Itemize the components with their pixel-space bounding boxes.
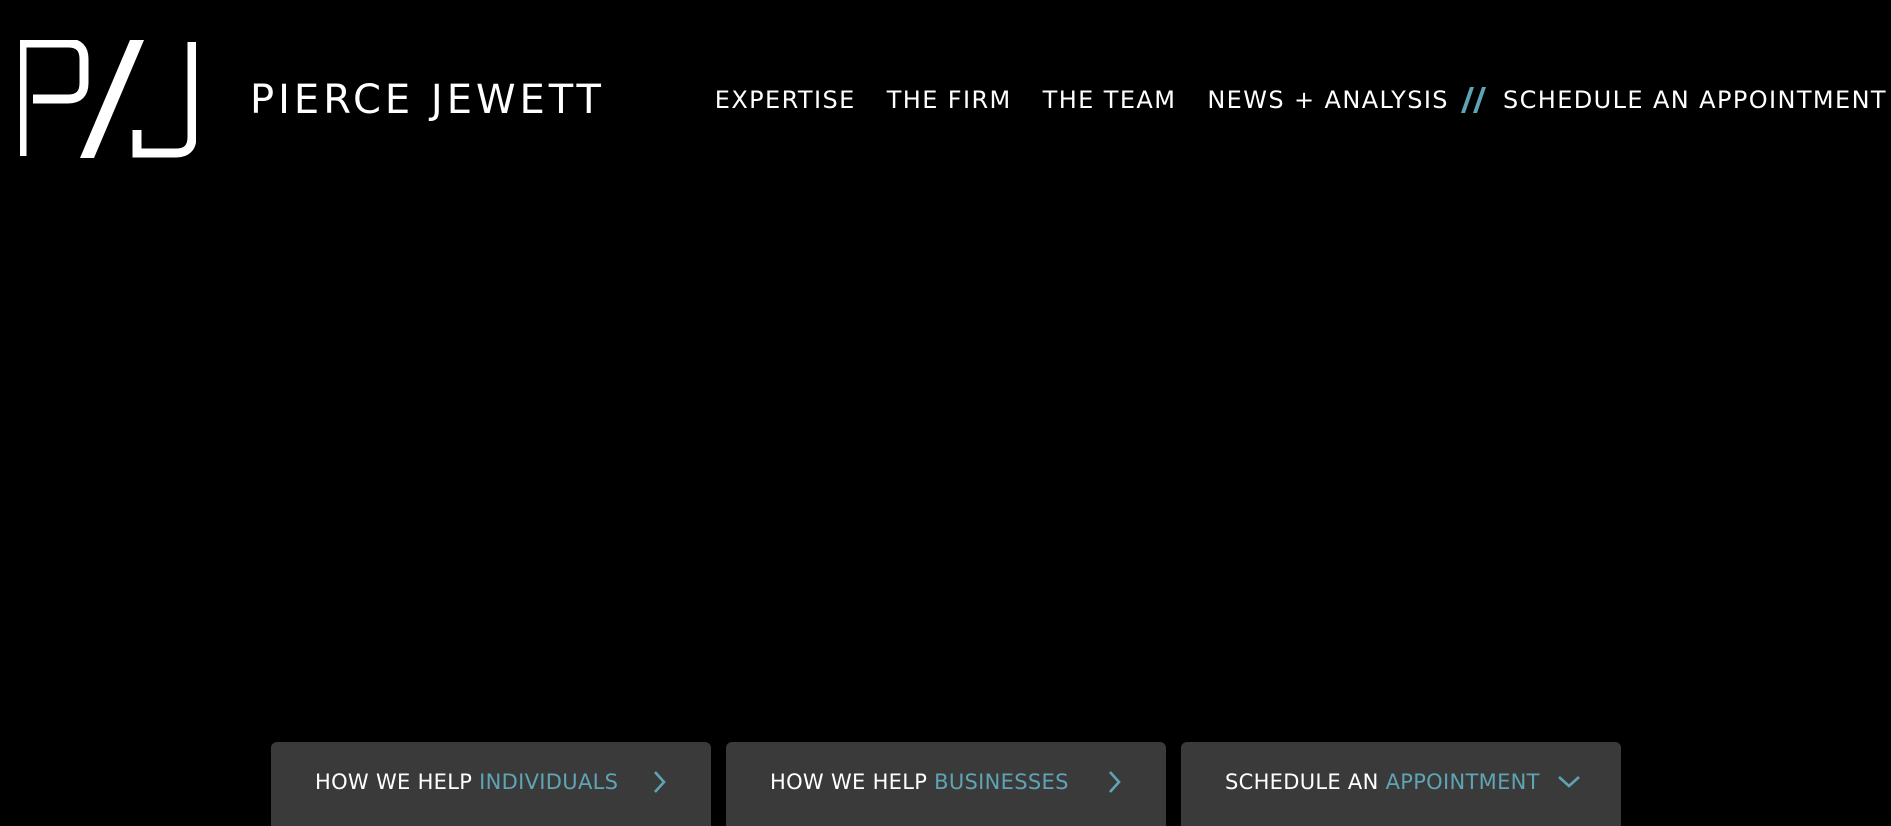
cta-card-individuals[interactable]: HOW WE HELP INDIVIDUALS: [271, 742, 711, 826]
pj-monogram-logo[interactable]: [20, 40, 196, 158]
cta-label: HOW WE HELP BUSINESSES: [770, 770, 1069, 794]
main-nav: EXPERTISE THE FIRM THE TEAM NEWS + ANALY…: [715, 80, 1887, 120]
nav-item-the-firm[interactable]: THE FIRM: [887, 80, 1012, 120]
nav-item-expertise[interactable]: EXPERTISE: [715, 80, 856, 120]
cta-label: SCHEDULE AN APPOINTMENT: [1225, 770, 1540, 794]
double-slash-icon: [1460, 87, 1486, 113]
chevron-right-icon: [1109, 771, 1121, 793]
brand-name[interactable]: PIERCE JEWETT: [250, 76, 605, 124]
nav-item-the-team[interactable]: THE TEAM: [1043, 80, 1177, 120]
chevron-down-icon: [1558, 776, 1580, 788]
cta-row: HOW WE HELP INDIVIDUALS HOW WE HELP BUSI…: [271, 742, 1621, 826]
chevron-right-icon: [654, 771, 666, 793]
cta-label: HOW WE HELP INDIVIDUALS: [315, 770, 619, 794]
nav-item-news-analysis[interactable]: NEWS + ANALYSIS: [1207, 80, 1449, 120]
page: PIERCE JEWETT EXPERTISE THE FIRM THE TEA…: [0, 0, 1891, 826]
cta-card-schedule-appointment[interactable]: SCHEDULE AN APPOINTMENT: [1181, 742, 1621, 826]
cta-card-businesses[interactable]: HOW WE HELP BUSINESSES: [726, 742, 1166, 826]
nav-schedule-appointment[interactable]: SCHEDULE AN APPOINTMENT: [1503, 80, 1887, 120]
